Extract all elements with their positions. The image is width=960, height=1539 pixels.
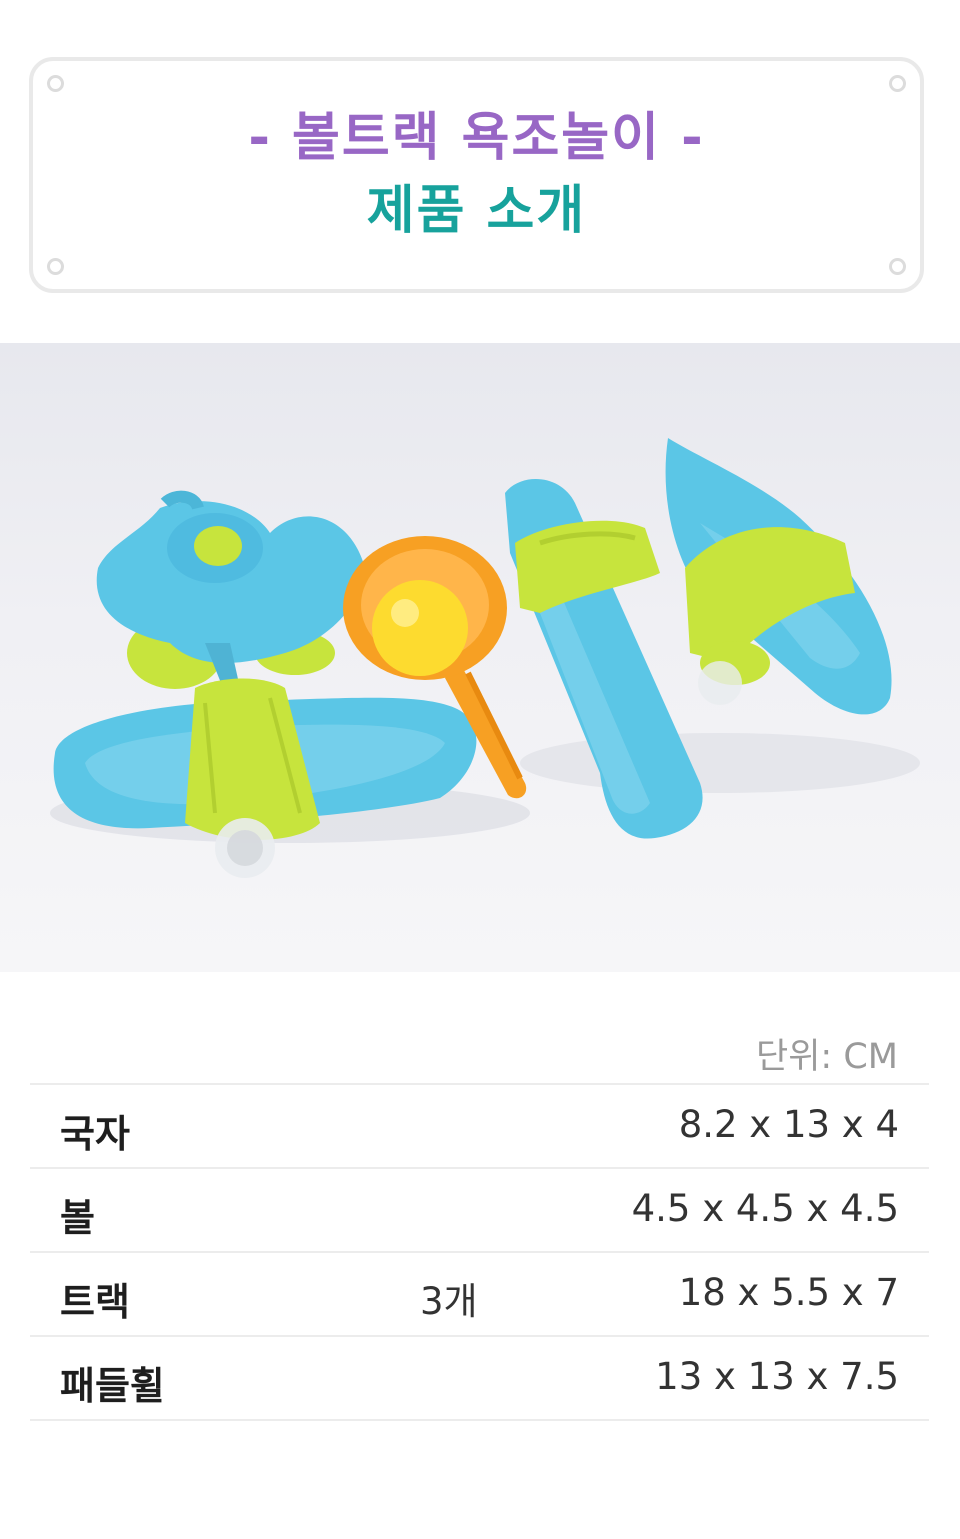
spec-size: 13 x 13 x 7.5 (655, 1355, 899, 1398)
table-row: 트랙 3개 18 x 5.5 x 7 (30, 1253, 929, 1337)
spec-size: 18 x 5.5 x 7 (678, 1271, 899, 1314)
spec-qty: 3개 (420, 1280, 478, 1323)
screw-icon (889, 75, 906, 92)
track-toy (665, 438, 892, 715)
track-toy (505, 479, 703, 839)
ball-toy (372, 580, 468, 676)
product-photo (0, 343, 960, 972)
page-subtitle: 제품 소개 (366, 181, 587, 241)
screw-icon (47, 75, 64, 92)
spec-size: 4.5 x 4.5 x 4.5 (631, 1187, 899, 1230)
spec-name: 패들휠 (60, 1364, 165, 1408)
track-toy (53, 678, 477, 878)
spec-name: 볼 (60, 1196, 95, 1240)
spec-name: 트랙 (60, 1280, 130, 1324)
spec-size: 8.2 x 13 x 4 (678, 1103, 899, 1146)
paddle-wheel-toy (96, 490, 365, 693)
page-title: - 볼트랙 욕조놀이 - (248, 108, 705, 168)
screw-icon (889, 258, 906, 275)
table-row: 볼 4.5 x 4.5 x 4.5 (30, 1169, 929, 1253)
spec-table: 국자 8.2 x 13 x 4 볼 4.5 x 4.5 x 4.5 트랙 3개 … (30, 1083, 929, 1421)
spec-name: 국자 (60, 1112, 130, 1156)
unit-label: 단위: CM (756, 1037, 898, 1077)
table-row: 국자 8.2 x 13 x 4 (30, 1085, 929, 1169)
screw-icon (47, 258, 64, 275)
table-row: 패들휠 13 x 13 x 7.5 (30, 1337, 929, 1421)
title-card: - 볼트랙 욕조놀이 - 제품 소개 (29, 57, 924, 293)
